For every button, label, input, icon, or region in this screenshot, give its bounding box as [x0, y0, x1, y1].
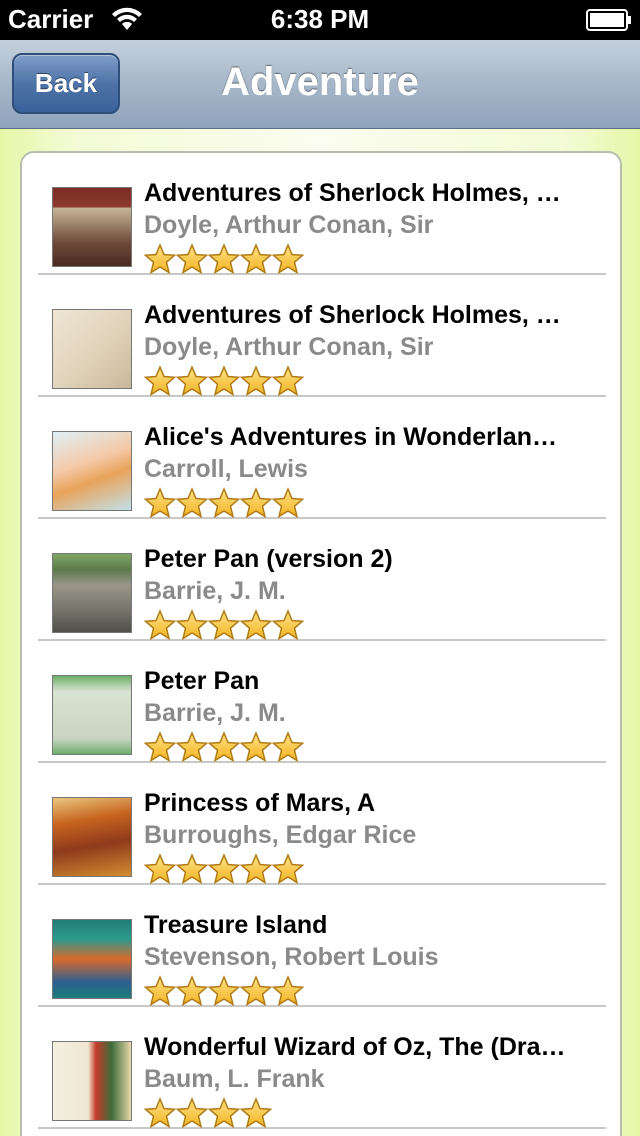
star-icon: [175, 853, 209, 885]
book-title: Peter Pan (version 2): [144, 545, 393, 573]
star-icon: [207, 487, 241, 519]
book-author: Burroughs, Edgar Rice: [144, 821, 417, 849]
star-icon: [143, 243, 177, 275]
star-icon: [271, 731, 305, 763]
book-author: Barrie, J. M.: [144, 577, 286, 605]
book-cover-image: [52, 675, 132, 755]
star-rating: [143, 1097, 273, 1129]
star-icon: [175, 487, 209, 519]
navigation-bar: Back Adventure: [0, 40, 640, 129]
book-row[interactable]: Peter Pan Barrie, J. M.: [38, 641, 606, 763]
star-icon: [175, 975, 209, 1007]
star-icon: [271, 487, 305, 519]
back-button[interactable]: Back: [12, 53, 120, 114]
book-cover-image: [52, 187, 132, 267]
star-icon: [207, 243, 241, 275]
star-icon: [175, 365, 209, 397]
star-icon: [143, 365, 177, 397]
book-author: Stevenson, Robert Louis: [144, 943, 439, 971]
star-icon: [271, 975, 305, 1007]
battery-icon: [586, 9, 631, 31]
star-icon: [239, 975, 273, 1007]
book-row[interactable]: Wonderful Wizard of Oz, The (Dra… Baum, L…: [38, 1007, 606, 1129]
star-rating: [143, 365, 305, 397]
star-icon: [143, 975, 177, 1007]
star-icon: [239, 487, 273, 519]
star-icon: [239, 243, 273, 275]
star-icon: [271, 243, 305, 275]
book-row[interactable]: Princess of Mars, A Burroughs, Edgar Rice: [38, 763, 606, 885]
star-icon: [239, 853, 273, 885]
star-icon: [207, 609, 241, 641]
star-icon: [271, 609, 305, 641]
book-title: Alice's Adventures in Wonderlan…: [144, 423, 557, 451]
book-title: Adventures of Sherlock Holmes, …: [144, 179, 561, 207]
book-author: Doyle, Arthur Conan, Sir: [144, 211, 434, 239]
star-icon: [239, 1097, 273, 1129]
book-author: Barrie, J. M.: [144, 699, 286, 727]
book-cover-image: [52, 919, 132, 999]
star-rating: [143, 609, 305, 641]
book-cover-image: [52, 1041, 132, 1121]
star-rating: [143, 853, 305, 885]
book-cover-image: [52, 309, 132, 389]
star-icon: [175, 609, 209, 641]
book-title: Wonderful Wizard of Oz, The (Dra…: [144, 1033, 566, 1061]
status-bar: Carrier 6:38 PM: [0, 0, 640, 40]
star-rating: [143, 243, 305, 275]
book-author: Carroll, Lewis: [144, 455, 308, 483]
book-row[interactable]: Alice's Adventures in Wonderlan… Carroll,…: [38, 397, 606, 519]
star-icon: [143, 1097, 177, 1129]
book-title: Princess of Mars, A: [144, 789, 376, 817]
star-icon: [239, 609, 273, 641]
page-title-text: Adventure: [221, 60, 419, 104]
star-icon: [143, 853, 177, 885]
clock: 6:38 PM: [270, 4, 370, 34]
star-icon: [207, 365, 241, 397]
book-list: Adventures of Sherlock Holmes, … Doyle, A…: [20, 151, 622, 1136]
star-icon: [143, 487, 177, 519]
star-icon: [207, 975, 241, 1007]
book-title: Peter Pan: [144, 667, 260, 695]
star-icon: [143, 609, 177, 641]
book-cover-image: [52, 431, 132, 511]
book-title: Treasure Island: [144, 911, 328, 939]
star-icon: [239, 731, 273, 763]
star-icon: [175, 731, 209, 763]
book-title: Adventures of Sherlock Holmes, …: [144, 301, 561, 329]
book-cover-image: [52, 797, 132, 877]
page-title: Adventure: [130, 60, 640, 105]
book-author: Baum, L. Frank: [144, 1065, 325, 1093]
star-icon: [239, 365, 273, 397]
star-icon: [271, 365, 305, 397]
star-icon: [175, 243, 209, 275]
star-icon: [207, 853, 241, 885]
star-rating: [143, 975, 305, 1007]
star-icon: [175, 1097, 209, 1129]
book-row[interactable]: Adventures of Sherlock Holmes, … Doyle, A…: [38, 153, 606, 275]
star-rating: [143, 731, 305, 763]
star-icon: [207, 731, 241, 763]
book-row[interactable]: Treasure Island Stevenson, Robert Louis: [38, 885, 606, 1007]
star-rating: [143, 487, 305, 519]
book-row[interactable]: Adventures of Sherlock Holmes, … Doyle, A…: [38, 275, 606, 397]
book-author: Doyle, Arthur Conan, Sir: [144, 333, 434, 361]
star-icon: [207, 1097, 241, 1129]
star-icon: [143, 731, 177, 763]
book-row[interactable]: Peter Pan (version 2) Barrie, J. M.: [38, 519, 606, 641]
star-icon: [271, 853, 305, 885]
book-cover-image: [52, 553, 132, 633]
